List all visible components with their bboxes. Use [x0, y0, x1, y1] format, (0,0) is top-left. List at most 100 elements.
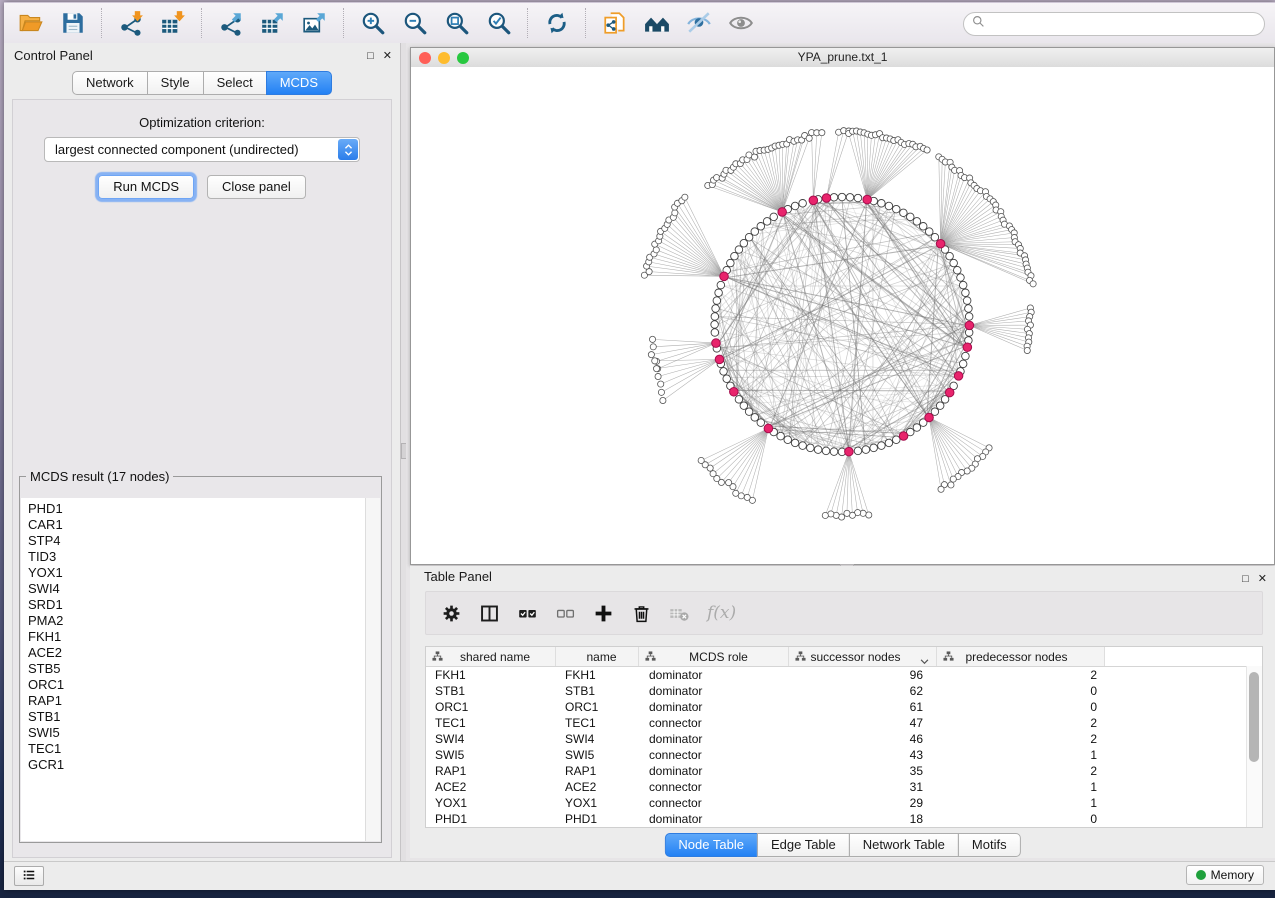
- mcds-result-item[interactable]: YOX1: [28, 565, 380, 581]
- table-tab-network-table[interactable]: Network Table: [849, 833, 959, 857]
- control-panel-title: Control Panel: [14, 48, 93, 63]
- table-cell: PHD1: [556, 811, 639, 827]
- mcds-result-item[interactable]: ACE2: [28, 645, 380, 661]
- zoom-fit-button[interactable]: [438, 6, 476, 40]
- unselect-all-button[interactable]: [555, 602, 576, 624]
- mcds-result-item[interactable]: PMA2: [28, 613, 380, 629]
- mcds-result-item[interactable]: GCR1: [28, 757, 380, 773]
- table-cell: dominator: [639, 699, 789, 715]
- tab-select[interactable]: Select: [203, 71, 267, 95]
- table-cell: 29: [789, 795, 937, 811]
- zoom-selected-button[interactable]: [480, 6, 518, 40]
- formula-builder-button[interactable]: f(x): [707, 602, 736, 624]
- table-body: FKH1FKH1dominator962STB1STB1dominator620…: [426, 667, 1262, 827]
- table-row[interactable]: ORC1ORC1dominator610: [426, 699, 1262, 715]
- mcds-result-item[interactable]: TID3: [28, 549, 380, 565]
- show-panels-button[interactable]: [14, 866, 44, 886]
- select-all-button[interactable]: [517, 602, 538, 624]
- zoom-out-button[interactable]: [396, 6, 434, 40]
- float-table-panel-icon[interactable]: □: [1242, 574, 1249, 585]
- control-panel-tabs: NetworkStyleSelectMCDS: [4, 71, 400, 95]
- minimize-window-light[interactable]: [438, 52, 450, 64]
- scrollbar-thumb[interactable]: [1249, 672, 1259, 762]
- mcds-result-item[interactable]: SRD1: [28, 597, 380, 613]
- memory-button[interactable]: Memory: [1186, 865, 1264, 885]
- clone-network-button[interactable]: [596, 6, 634, 40]
- table-tab-node-table[interactable]: Node Table: [664, 833, 758, 857]
- tab-style[interactable]: Style: [147, 71, 204, 95]
- close-table-panel-icon[interactable]: ✕: [1258, 574, 1267, 585]
- show-columns-button[interactable]: [479, 602, 500, 624]
- table-cell: 61: [789, 699, 937, 715]
- mcds-result-item[interactable]: SWI4: [28, 581, 380, 597]
- table-row[interactable]: RAP1RAP1dominator352: [426, 763, 1262, 779]
- run-mcds-button[interactable]: Run MCDS: [98, 175, 194, 199]
- optimization-criterion-select[interactable]: largest connected component (undirected): [44, 137, 360, 162]
- table-row[interactable]: YOX1YOX1connector291: [426, 795, 1262, 811]
- zoom-in-button[interactable]: [354, 6, 392, 40]
- network-window-titlebar[interactable]: YPA_prune.txt_1: [411, 48, 1274, 68]
- close-window-light[interactable]: [419, 52, 431, 64]
- table-row[interactable]: TEC1TEC1connector472: [426, 715, 1262, 731]
- add-row-button[interactable]: [593, 602, 614, 624]
- mcds-result-item[interactable]: RAP1: [28, 693, 380, 709]
- table-cell: 43: [789, 747, 937, 763]
- table-row[interactable]: SWI4SWI4dominator462: [426, 731, 1262, 747]
- column-header-predecessor-nodes[interactable]: predecessor nodes: [937, 647, 1105, 666]
- hide-selected-button[interactable]: [680, 6, 718, 40]
- tab-network[interactable]: Network: [72, 71, 148, 95]
- close-panel-icon[interactable]: ✕: [383, 51, 392, 62]
- mcds-result-item[interactable]: STP4: [28, 533, 380, 549]
- export-image-icon: [299, 10, 331, 36]
- toolbar-separator: [343, 8, 345, 38]
- refresh-view-button[interactable]: [538, 6, 576, 40]
- table-tab-motifs[interactable]: Motifs: [958, 833, 1021, 857]
- table-row[interactable]: SWI5SWI5connector431: [426, 747, 1262, 763]
- sort-chevron-icon[interactable]: [920, 654, 929, 668]
- export-image-button[interactable]: [296, 6, 334, 40]
- import-table-button[interactable]: [154, 6, 192, 40]
- table-scrollbar[interactable]: [1246, 666, 1262, 827]
- table-row[interactable]: PHD1PHD1dominator180: [426, 811, 1262, 827]
- show-all-button[interactable]: [722, 6, 760, 40]
- float-panel-icon[interactable]: □: [367, 51, 374, 62]
- mcds-result-item[interactable]: SWI5: [28, 725, 380, 741]
- mcds-result-item[interactable]: CAR1: [28, 517, 380, 533]
- delete-row-button[interactable]: [631, 602, 652, 624]
- export-network-icon: [215, 10, 247, 36]
- delete-table-button[interactable]: [669, 602, 690, 624]
- export-table-button[interactable]: [254, 6, 292, 40]
- mcds-result-item[interactable]: STB5: [28, 661, 380, 677]
- table-row[interactable]: FKH1FKH1dominator962: [426, 667, 1262, 683]
- mcds-result-item[interactable]: PHD1: [28, 501, 380, 517]
- table-settings-button[interactable]: [441, 602, 462, 624]
- mcds-panel: Optimization criterion: largest connecte…: [12, 99, 392, 858]
- table-row[interactable]: STB1STB1dominator620: [426, 683, 1262, 699]
- select-stepper-icon: [338, 139, 358, 160]
- column-header-successor-nodes[interactable]: successor nodes: [789, 647, 937, 666]
- mcds-result-item[interactable]: STB1: [28, 709, 380, 725]
- save-session-button[interactable]: [54, 6, 92, 40]
- open-file-button[interactable]: [12, 6, 50, 40]
- table-tab-edge-table[interactable]: Edge Table: [757, 833, 850, 857]
- zoom-window-light[interactable]: [457, 52, 469, 64]
- mcds-result-item[interactable]: FKH1: [28, 629, 380, 645]
- export-network-button[interactable]: [212, 6, 250, 40]
- table-settings-icon: [441, 603, 462, 624]
- mcds-result-item[interactable]: TEC1: [28, 741, 380, 757]
- column-header-mcds-role[interactable]: MCDS role: [639, 647, 789, 666]
- search-input[interactable]: [985, 14, 1264, 34]
- result-scrollbar[interactable]: [365, 498, 380, 841]
- cytoscape-window: Control Panel □ ✕ NetworkStyleSelectMCDS…: [4, 2, 1275, 890]
- import-network-button[interactable]: [112, 6, 150, 40]
- first-neighbors-button[interactable]: [638, 6, 676, 40]
- close-panel-button[interactable]: Close panel: [207, 175, 306, 199]
- column-header-shared-name[interactable]: shared name: [426, 647, 556, 666]
- mcds-result-item[interactable]: ORC1: [28, 677, 380, 693]
- tab-mcds[interactable]: MCDS: [266, 71, 332, 95]
- table-cell: ACE2: [556, 779, 639, 795]
- column-header-name[interactable]: name: [556, 647, 639, 666]
- table-row[interactable]: ACE2ACE2connector311: [426, 779, 1262, 795]
- network-canvas[interactable]: [411, 67, 1274, 564]
- search-box[interactable]: [963, 12, 1265, 36]
